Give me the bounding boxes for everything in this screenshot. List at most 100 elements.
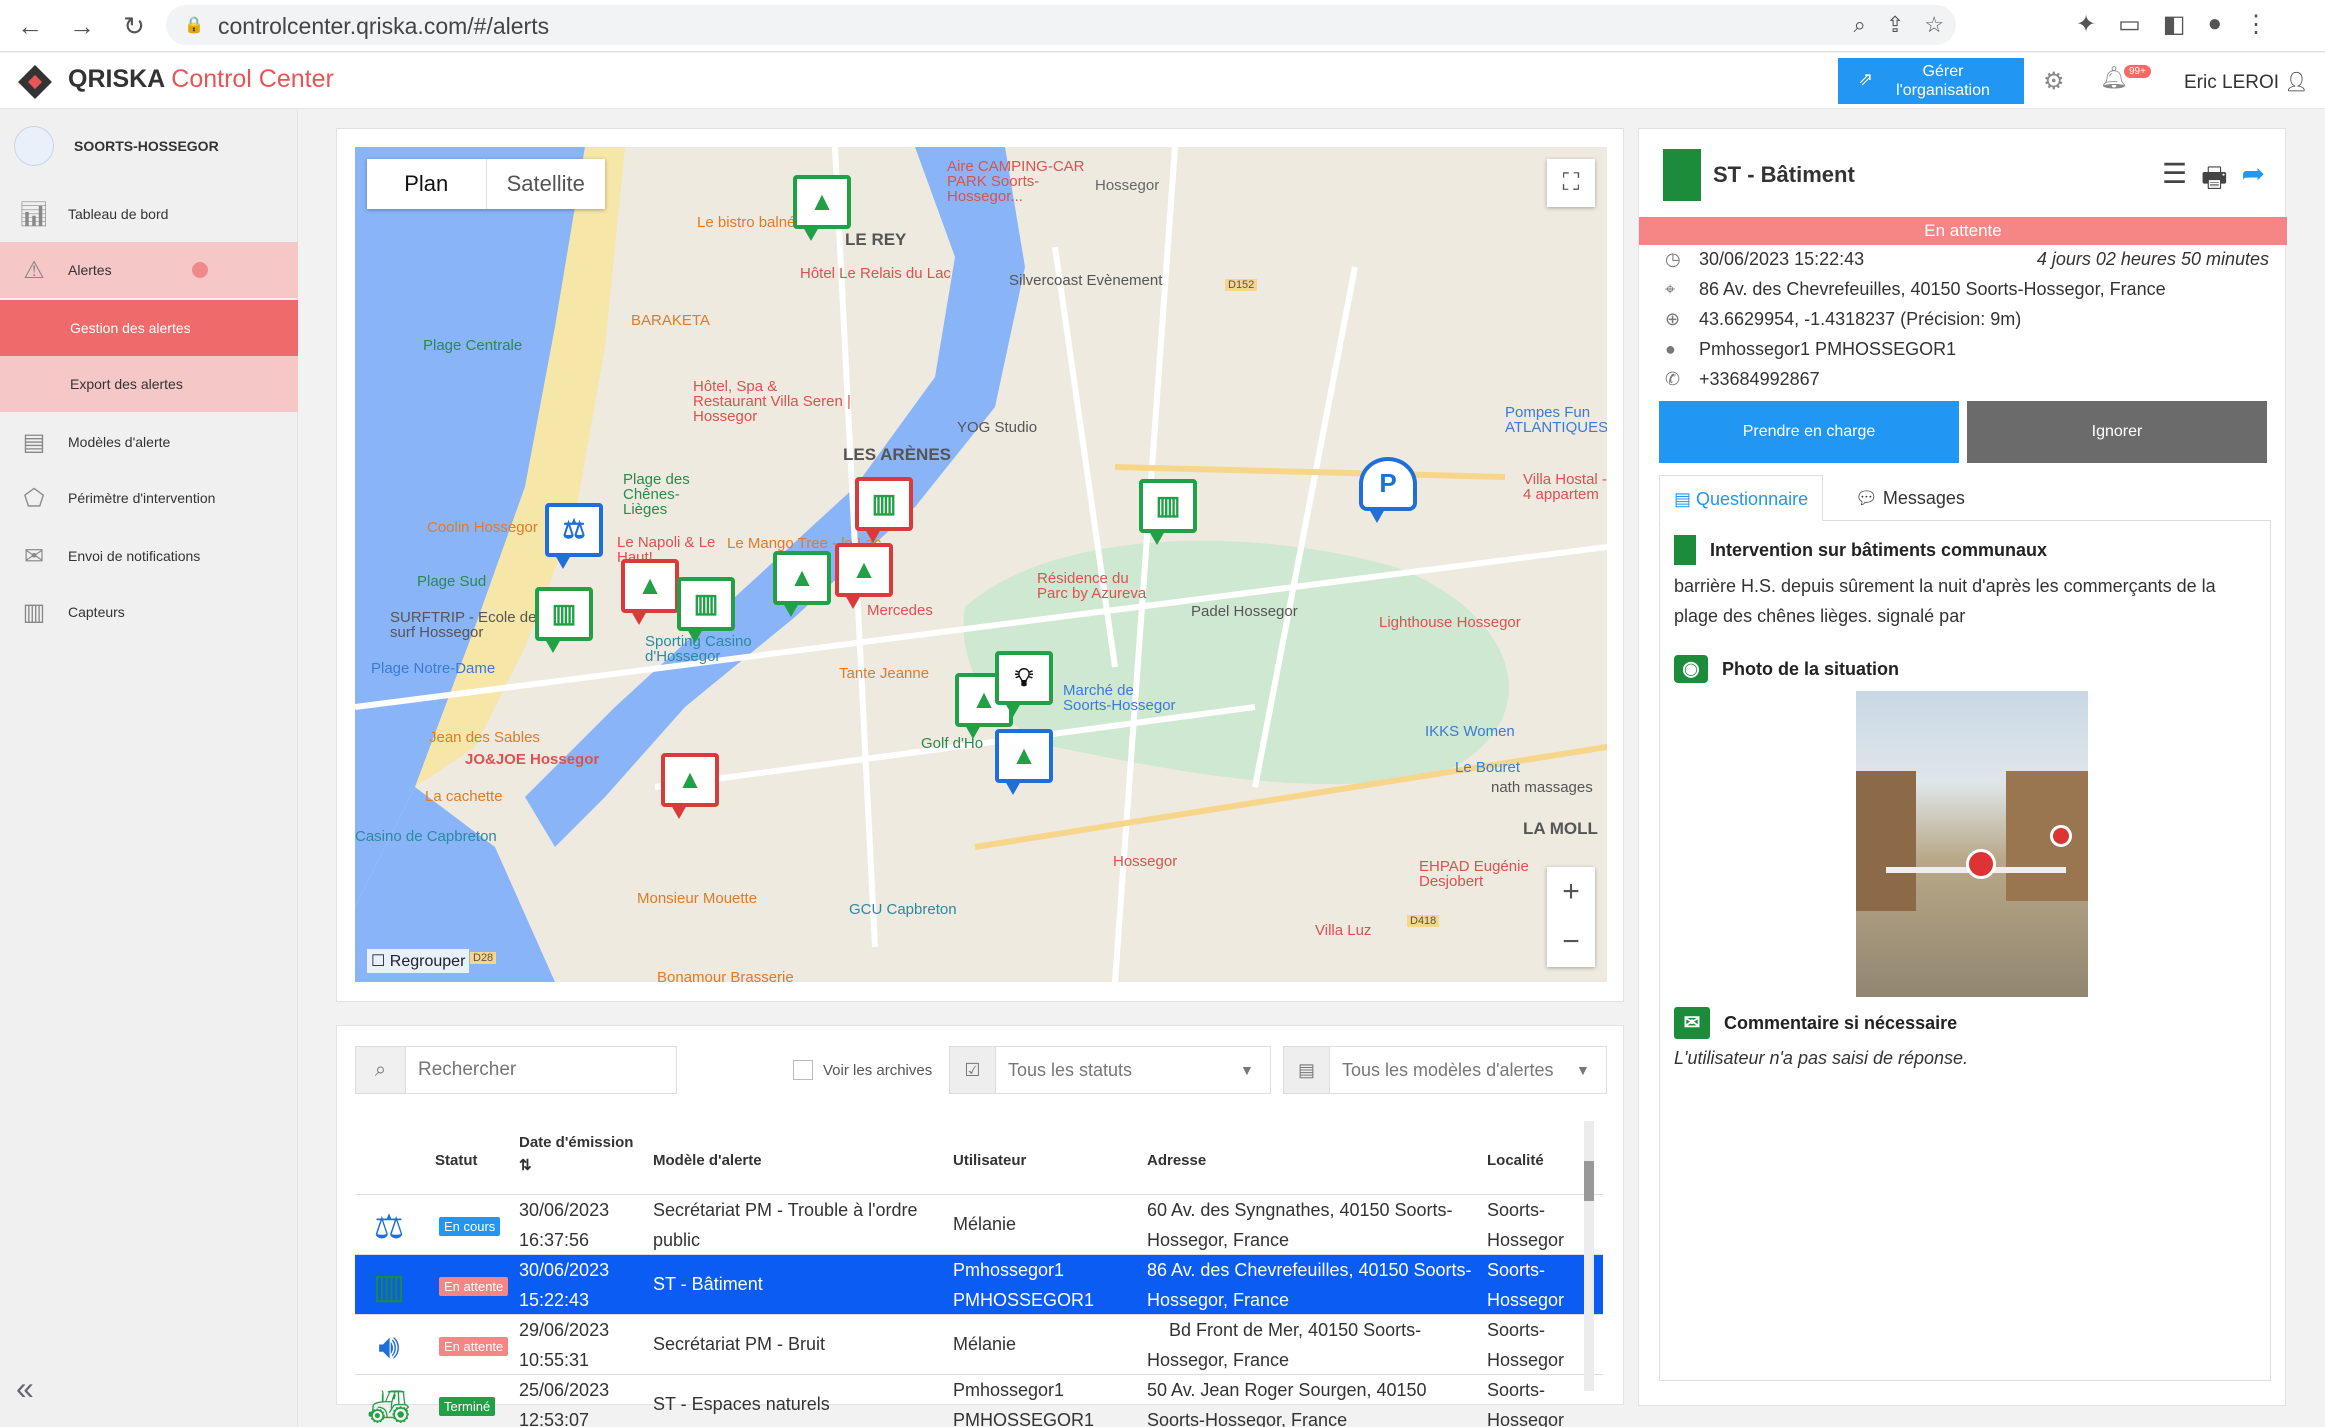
elapsed-time: 4 jours 02 heures 50 minutes bbox=[2036, 249, 2269, 269]
chart-icon: 📊︎ bbox=[18, 200, 50, 228]
map-label: LA MOLL bbox=[1523, 819, 1598, 838]
map-label: Sporting Casino d'Hossegor bbox=[645, 633, 752, 665]
map-alert-pin-building[interactable]: ▥ bbox=[855, 477, 913, 543]
map-background bbox=[355, 147, 1607, 982]
alert-dot bbox=[191, 262, 208, 278]
sidebar-item-alerts[interactable]: ⚠ Alertes bbox=[0, 242, 298, 298]
address-line-1: 86 Av. des Chevrefeuilles, 40150 Soorts- bbox=[1147, 1260, 1472, 1280]
sidepanel-icon[interactable]: ◧ bbox=[2163, 10, 2186, 39]
map-alert-pin-nature[interactable]: ▲ bbox=[621, 559, 679, 625]
map-alert-pin-nature[interactable]: ▲ bbox=[793, 175, 851, 241]
map-label: Monsieur Mouette bbox=[637, 890, 758, 907]
map-alert-pin-building[interactable]: ▥ bbox=[535, 587, 593, 653]
column-header-date[interactable]: Date d'émission bbox=[519, 1134, 633, 1151]
address-bar[interactable]: 🔒 controlcenter.qriska.com/#/alerts ⌕ ⇪ … bbox=[166, 5, 1956, 45]
fullscreen-icon[interactable]: ⛶ bbox=[1547, 159, 1595, 207]
sidebar-item-notifications[interactable]: ✉ Envoi de notifications bbox=[0, 528, 298, 584]
status-filter[interactable]: ☑ Tous les statuts ▼ bbox=[949, 1046, 1271, 1094]
forward-share-icon[interactable]: ➦ bbox=[2242, 157, 2265, 205]
section-title: Intervention sur bâtiments communaux bbox=[1710, 539, 2048, 560]
zoom-in-button[interactable]: + bbox=[1547, 867, 1595, 917]
user-menu[interactable]: Eric LEROI 👤︎ bbox=[2184, 70, 2308, 94]
detail-title: ST - Bâtiment bbox=[1663, 149, 1855, 201]
list-icon[interactable]: ☰ bbox=[2162, 157, 2187, 205]
phone-text[interactable]: +33684992867 bbox=[1699, 369, 1820, 389]
extensions-icon[interactable]: ✦ bbox=[2076, 10, 2096, 39]
map-alert-pin-nature[interactable]: ▲ bbox=[661, 753, 719, 819]
status-badge: En attente bbox=[439, 1337, 509, 1356]
back-icon[interactable]: ← bbox=[14, 10, 46, 42]
reload-icon[interactable]: ↻ bbox=[118, 10, 150, 42]
table-row[interactable]: 🔊︎ En attente 29/06/2023 10:55:31 Secrét… bbox=[355, 1314, 1603, 1374]
table-row[interactable]: ⚖ En cours 30/06/2023 16:37:56 Secrétari… bbox=[355, 1194, 1603, 1254]
map-alert-pin-lighting[interactable]: 💡︎ bbox=[995, 651, 1053, 717]
star-icon[interactable]: ☆ bbox=[1924, 12, 1944, 38]
sidebar-item-alert-export[interactable]: Export des alertes bbox=[0, 356, 298, 412]
regroup-checkbox[interactable]: ☐ Regrouper bbox=[367, 949, 470, 973]
manage-organization-button[interactable]: ⇗ Gérer l'organisation bbox=[1838, 58, 2024, 104]
column-header-address[interactable]: Adresse bbox=[1147, 1152, 1206, 1169]
org-name: SOORTS-HOSSEGOR bbox=[74, 138, 219, 154]
column-header-user[interactable]: Utilisateur bbox=[953, 1152, 1026, 1169]
sidebar-item-alert-management[interactable]: Gestion des alertes bbox=[0, 300, 298, 356]
column-header-status[interactable]: Statut bbox=[435, 1152, 478, 1169]
table-row[interactable]: ▥ En attente 30/06/2023 15:22:43 ST - Bâ… bbox=[355, 1254, 1603, 1314]
archives-checkbox[interactable] bbox=[793, 1060, 813, 1080]
archives-toggle[interactable]: Voir les archives bbox=[793, 1060, 932, 1080]
sidebar-item-label: Gestion des alertes bbox=[70, 320, 191, 336]
chevron-down-icon: ▼ bbox=[1240, 1062, 1254, 1078]
cast-icon[interactable]: ▭ bbox=[2118, 10, 2141, 39]
map-alert-pin-public-order[interactable]: ⚖ bbox=[545, 503, 603, 569]
map-label: Marché de Soorts-Hossegor bbox=[1063, 682, 1176, 714]
status-badge: En attente bbox=[439, 1277, 509, 1296]
model-filter[interactable]: ▤ Tous les modèles d'alertes ▼ bbox=[1283, 1046, 1607, 1094]
map-tab-plan[interactable]: Plan bbox=[367, 159, 487, 209]
locality-line-1: Soorts- bbox=[1487, 1380, 1546, 1400]
map-tab-satellite[interactable]: Satellite bbox=[487, 159, 606, 209]
printer-icon[interactable]: 🖶 bbox=[2201, 157, 2227, 205]
collapse-sidebar-icon[interactable]: « bbox=[16, 1370, 34, 1407]
user-line-1: Mélanie bbox=[953, 1334, 1017, 1354]
column-header-model[interactable]: Modèle d'alerte bbox=[653, 1152, 762, 1169]
warning-icon: ⚠ bbox=[23, 256, 45, 284]
map-alert-pin-nature[interactable]: ▲ bbox=[773, 551, 831, 617]
status-badge: En cours bbox=[439, 1217, 501, 1236]
sidebar-item-sensors[interactable]: ▥ Capteurs bbox=[0, 584, 298, 640]
sidebar-item-label: Envoi de notifications bbox=[68, 548, 201, 564]
forward-icon[interactable]: → bbox=[66, 10, 98, 42]
section-text: L'utilisateur n'a pas saisi de réponse. bbox=[1674, 1048, 1969, 1068]
map-label: Plage des Chênes-Lièges bbox=[623, 471, 690, 518]
tab-messages[interactable]: 💬︎ Messages bbox=[1841, 475, 1979, 521]
share-icon[interactable]: ⇪ bbox=[1886, 12, 1904, 38]
tractor-icon: 🚜︎ bbox=[367, 1388, 411, 1426]
table-row[interactable]: 🚜︎ Terminé 25/06/2023 12:53:07 ST - Espa… bbox=[355, 1374, 1603, 1427]
map-alert-pin-nature[interactable]: ▲ bbox=[835, 543, 893, 609]
user-icon: 👤︎ bbox=[2284, 72, 2309, 93]
map[interactable]: Plan Satellite ⛶ + − ☐ Regrouper Aire CA… bbox=[355, 147, 1607, 982]
column-header-locality[interactable]: Localité bbox=[1487, 1152, 1544, 1169]
zoom-icon[interactable]: ⌕ bbox=[1854, 12, 1866, 38]
sidebar-item-dashboard[interactable]: 📊︎ Tableau de bord bbox=[0, 186, 298, 242]
sort-icon[interactable]: ⇅ bbox=[519, 1156, 532, 1174]
ignore-button[interactable]: Ignorer bbox=[1967, 401, 2267, 463]
take-charge-button[interactable]: Prendre en charge bbox=[1659, 401, 1959, 463]
map-alert-pin-building[interactable]: ▥ bbox=[677, 577, 735, 643]
building-icon bbox=[1674, 535, 1696, 565]
situation-photo[interactable] bbox=[1856, 691, 2088, 997]
sidebar-item-alert-models[interactable]: ▤ Modèles d'alerte bbox=[0, 414, 298, 470]
scrollbar-thumb[interactable] bbox=[1584, 1161, 1594, 1201]
photo-hut bbox=[1856, 771, 1916, 911]
tab-questionnaire[interactable]: ▤ Questionnaire bbox=[1659, 475, 1824, 521]
menu-icon[interactable]: ⋮ bbox=[2244, 10, 2268, 39]
map-alert-pin-parking[interactable]: P bbox=[1359, 457, 1417, 523]
table-scrollbar[interactable] bbox=[1584, 1121, 1594, 1391]
search-input[interactable] bbox=[406, 1047, 676, 1093]
map-alert-pin-nature[interactable]: ▲ bbox=[995, 729, 1053, 795]
profile-icon[interactable]: ● bbox=[2207, 10, 2222, 39]
road-label: D418 bbox=[1407, 915, 1440, 927]
map-alert-pin-building[interactable]: ▥ bbox=[1139, 479, 1197, 545]
gear-icon[interactable]: ⚙ bbox=[2043, 67, 2065, 96]
alert-detail-panel: ST - Bâtiment ☰ 🖶 ➦ En attente ◷ 30/06/20… bbox=[1638, 128, 2287, 1406]
zoom-out-button[interactable]: − bbox=[1547, 917, 1595, 967]
sidebar-item-perimeter[interactable]: ⬠ Périmètre d'intervention bbox=[0, 470, 298, 526]
